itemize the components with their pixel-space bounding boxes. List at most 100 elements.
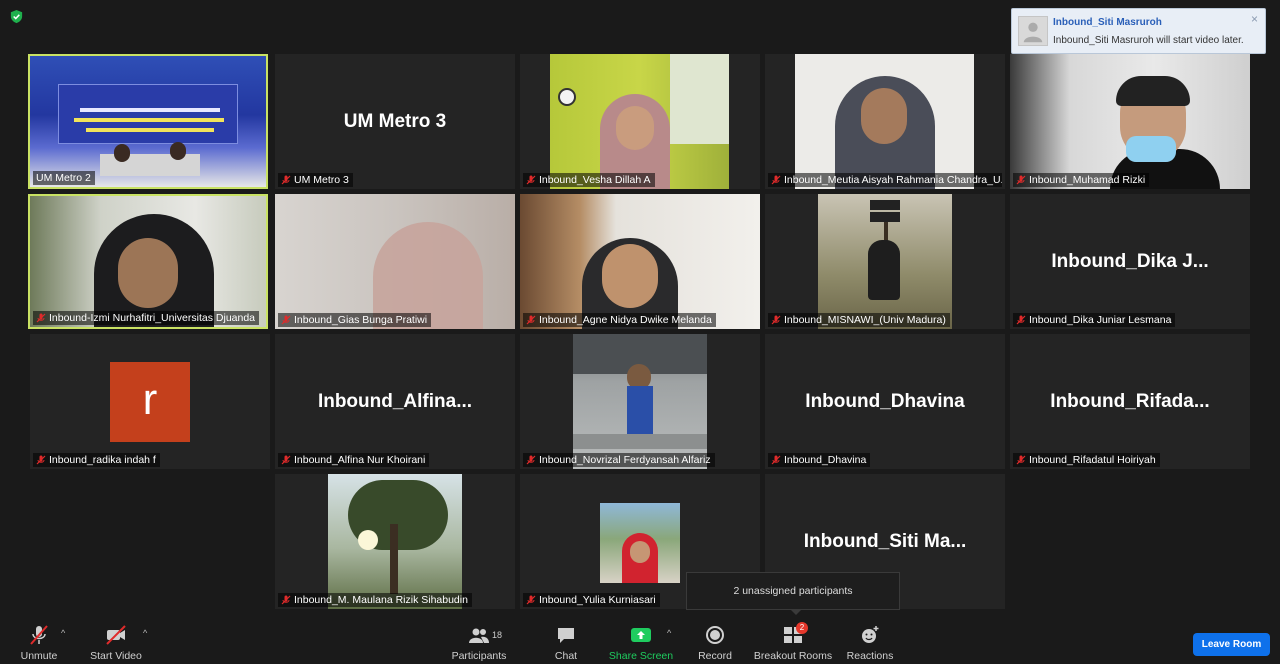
avatar bbox=[1018, 16, 1048, 46]
participant-label: Inbound_Yulia Kurniasari bbox=[523, 593, 660, 607]
muted-mic-icon bbox=[36, 313, 46, 323]
record-icon bbox=[706, 626, 724, 644]
muted-mic-icon bbox=[771, 315, 781, 325]
start-video-button[interactable]: Start Video bbox=[88, 620, 144, 664]
participant-label: Inbound_Gias Bunga Pratiwi bbox=[278, 313, 432, 327]
leave-room-button[interactable]: Leave Room bbox=[1193, 633, 1270, 656]
webcam-video bbox=[1010, 54, 1250, 189]
participant-label: Inbound_Rifadatul Hoiriyah bbox=[1013, 453, 1160, 467]
chevron-up-icon[interactable]: ^ bbox=[667, 628, 671, 638]
muted-mic-icon bbox=[281, 595, 291, 605]
participant-label: Inbound-Izmi Nurhafitri_Universitas Djua… bbox=[33, 311, 260, 325]
share-screen-button[interactable]: Share Screen bbox=[608, 620, 674, 664]
muted-mic-icon bbox=[526, 455, 536, 465]
reactions-icon bbox=[862, 626, 879, 643]
record-button[interactable]: Record bbox=[696, 620, 734, 664]
profile-photo bbox=[328, 474, 462, 609]
notification-badge: 2 bbox=[796, 622, 808, 634]
participant-label: UM Metro 3 bbox=[278, 173, 353, 187]
video-tile[interactable]: Inbound_Agne Nidya Dwike Melanda bbox=[520, 194, 760, 329]
unmute-label: Unmute bbox=[20, 650, 58, 662]
participant-name-display: Inbound_Alfina... bbox=[317, 390, 473, 412]
participant-name-display: Inbound_Rifada... bbox=[1050, 390, 1210, 412]
video-tile[interactable]: Inbound_Dhavina Inbound_Dhavina bbox=[765, 334, 1005, 469]
participant-label: Inbound_Novrizal Ferdyansah Alfariz bbox=[523, 453, 715, 467]
breakout-tooltip: 2 unassigned participants bbox=[686, 572, 900, 615]
chevron-up-icon[interactable]: ^ bbox=[143, 628, 147, 638]
participant-name-display: UM Metro 3 bbox=[343, 110, 447, 132]
video-tile[interactable]: Inbound_Gias Bunga Pratiwi bbox=[275, 194, 515, 329]
muted-mic-icon bbox=[771, 455, 781, 465]
muted-mic-icon bbox=[281, 455, 291, 465]
participants-icon bbox=[469, 628, 489, 643]
participants-label: Participants bbox=[451, 650, 507, 662]
muted-mic-icon bbox=[771, 175, 781, 185]
participant-label: Inbound_MISNAWI_(Univ Madura) bbox=[768, 313, 950, 327]
webcam-video bbox=[550, 54, 729, 189]
muted-mic-icon bbox=[526, 175, 536, 185]
participant-name-display: Inbound_Siti Ma... bbox=[803, 530, 967, 552]
reactions-label: Reactions bbox=[846, 650, 894, 662]
video-tile[interactable]: Inbound_Meutia Aisyah Rahmania Chandra_U… bbox=[765, 54, 1005, 189]
video-tile[interactable]: Inbound_MISNAWI_(Univ Madura) bbox=[765, 194, 1005, 329]
video-tile[interactable]: Inbound_Novrizal Ferdyansah Alfariz bbox=[520, 334, 760, 469]
video-tile[interactable]: Inbound-Izmi Nurhafitri_Universitas Djua… bbox=[28, 194, 268, 329]
participant-name-display: Inbound_Dika J... bbox=[1051, 250, 1209, 272]
video-tile[interactable]: r Inbound_radika indah f bbox=[30, 334, 270, 469]
meeting-toolbar: Unmute ^ Start Video ^ Participants 18 C… bbox=[0, 620, 1280, 664]
muted-mic-icon bbox=[281, 175, 291, 185]
close-icon[interactable]: × bbox=[1251, 12, 1258, 26]
webcam-video bbox=[30, 196, 266, 327]
profile-photo bbox=[573, 334, 707, 469]
participant-label: Inbound_Muhamad Rizki bbox=[1013, 173, 1150, 187]
muted-mic-icon bbox=[526, 595, 536, 605]
notification-toast[interactable]: Inbound_Siti Masruroh Inbound_Siti Masru… bbox=[1011, 8, 1266, 54]
webcam-video bbox=[520, 194, 760, 329]
unmute-button[interactable]: Unmute bbox=[18, 620, 60, 664]
video-tile[interactable]: Inbound_M. Maulana Rizik Sihabudin bbox=[275, 474, 515, 609]
muted-mic-icon bbox=[526, 315, 536, 325]
chat-button[interactable]: Chat bbox=[548, 620, 584, 664]
participant-label: UM Metro 2 bbox=[33, 171, 95, 185]
video-tile[interactable]: Inbound_Dika J... Inbound_Dika Juniar Le… bbox=[1010, 194, 1250, 329]
share-screen-label: Share Screen bbox=[608, 650, 674, 662]
chevron-up-icon[interactable]: ^ bbox=[61, 628, 65, 638]
participant-label: Inbound_Meutia Aisyah Rahmania Chandra_U… bbox=[768, 173, 1002, 187]
security-shield-icon[interactable] bbox=[9, 9, 24, 24]
user-placeholder-icon bbox=[1023, 22, 1043, 43]
webcam-video bbox=[795, 54, 974, 189]
muted-mic-icon bbox=[30, 625, 48, 645]
participant-label: Inbound_Vesha Dillah A bbox=[523, 173, 655, 187]
muted-mic-icon bbox=[281, 315, 291, 325]
start-video-label: Start Video bbox=[90, 650, 142, 662]
profile-photo bbox=[818, 194, 952, 329]
share-screen-icon bbox=[631, 628, 651, 642]
muted-mic-icon bbox=[1016, 455, 1026, 465]
participants-count: 18 bbox=[492, 630, 503, 640]
participant-label: Inbound_Dika Juniar Lesmana bbox=[1013, 313, 1176, 327]
video-tile[interactable]: Inbound_Alfina... Inbound_Alfina Nur Kho… bbox=[275, 334, 515, 469]
toast-message: Inbound_Siti Masruroh will start video l… bbox=[1053, 35, 1244, 46]
video-tile[interactable]: UM Metro 2 bbox=[28, 54, 268, 189]
record-label: Record bbox=[698, 650, 732, 662]
avatar: r bbox=[110, 362, 190, 442]
participant-label: Inbound_Agne Nidya Dwike Melanda bbox=[523, 313, 716, 327]
video-off-icon bbox=[106, 625, 126, 645]
video-tile[interactable]: Inbound_Rifada... Inbound_Rifadatul Hoir… bbox=[1010, 334, 1250, 469]
breakout-rooms-button[interactable]: 2 Breakout Rooms bbox=[754, 620, 832, 664]
participant-label: Inbound_radika indah f bbox=[33, 453, 160, 467]
video-tile[interactable]: UM Metro 3 UM Metro 3 bbox=[275, 54, 515, 189]
participant-label: Inbound_Alfina Nur Khoirani bbox=[278, 453, 430, 467]
participants-button[interactable]: Participants bbox=[450, 620, 508, 664]
video-tile[interactable]: Inbound_Muhamad Rizki bbox=[1010, 54, 1250, 189]
participant-label: Inbound_M. Maulana Rizik Sihabudin bbox=[278, 593, 472, 607]
breakout-rooms-label: Breakout Rooms bbox=[753, 650, 833, 662]
toast-title: Inbound_Siti Masruroh bbox=[1053, 17, 1162, 28]
reactions-button[interactable]: Reactions bbox=[846, 620, 894, 664]
chat-icon bbox=[558, 628, 574, 643]
video-tile[interactable]: Inbound_Vesha Dillah A bbox=[520, 54, 760, 189]
webcam-video bbox=[275, 194, 515, 329]
muted-mic-icon bbox=[1016, 175, 1026, 185]
muted-mic-icon bbox=[36, 455, 46, 465]
chat-label: Chat bbox=[554, 650, 578, 662]
